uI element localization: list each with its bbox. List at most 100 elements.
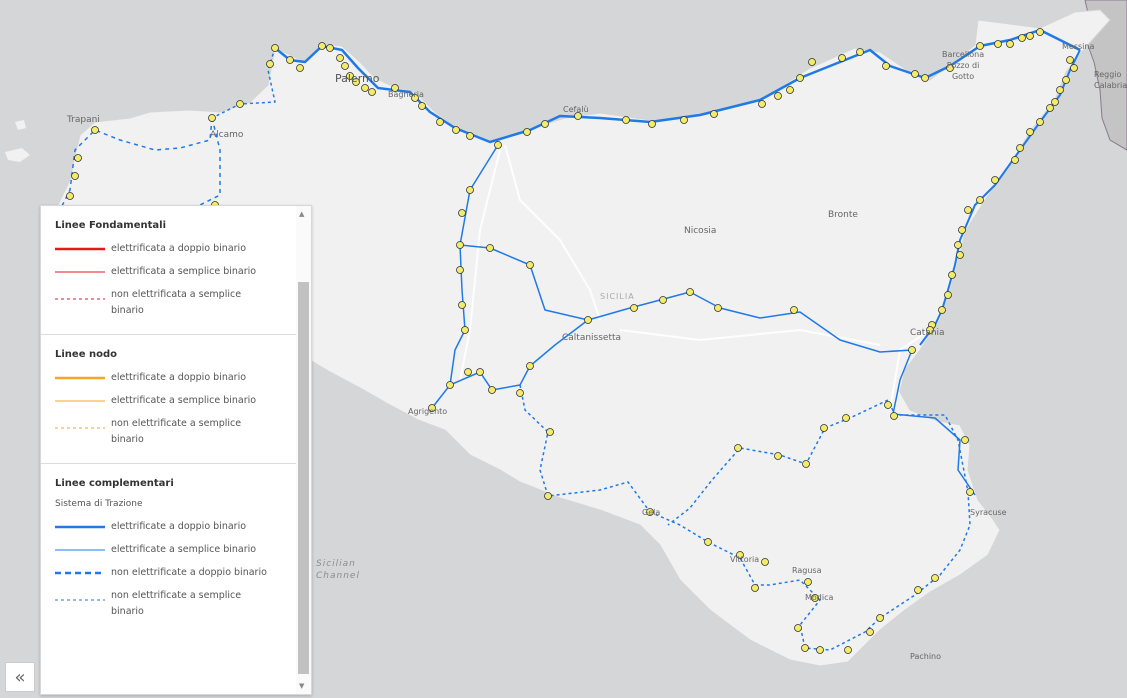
station-marker[interactable] [948,271,956,279]
station-marker[interactable] [208,114,216,122]
station-marker[interactable] [954,241,962,249]
station-marker[interactable] [1062,76,1070,84]
station-marker[interactable] [938,306,946,314]
station-marker[interactable] [1016,144,1024,152]
station-marker[interactable] [526,261,534,269]
station-marker[interactable] [838,54,846,62]
station-marker[interactable] [630,304,638,312]
station-marker[interactable] [1006,40,1014,48]
station-marker[interactable] [961,436,969,444]
station-marker[interactable] [1056,86,1064,94]
station-marker[interactable] [456,241,464,249]
collapse-legend-button[interactable]: « [5,662,35,692]
station-marker[interactable] [458,209,466,217]
station-marker[interactable] [786,86,794,94]
station-marker[interactable] [931,574,939,582]
station-marker[interactable] [1066,56,1074,64]
station-marker[interactable] [336,54,344,62]
station-marker[interactable] [802,460,810,468]
station-marker[interactable] [758,100,766,108]
station-marker[interactable] [944,291,952,299]
station-marker[interactable] [1046,104,1054,112]
station-marker[interactable] [341,62,349,70]
station-marker[interactable] [1070,64,1078,72]
legend-content[interactable]: Linee Fondamentali elettrificata a doppi… [41,206,296,694]
station-marker[interactable] [523,128,531,136]
station-marker[interactable] [648,120,656,128]
station-marker[interactable] [844,646,852,654]
station-marker[interactable] [882,62,890,70]
scroll-down-icon[interactable]: ▼ [299,682,304,690]
station-marker[interactable] [318,42,326,50]
station-marker[interactable] [466,186,474,194]
station-marker[interactable] [494,141,502,149]
station-marker[interactable] [820,424,828,432]
station-marker[interactable] [1051,98,1059,106]
station-marker[interactable] [1018,34,1026,42]
station-marker[interactable] [546,428,554,436]
station-marker[interactable] [921,74,929,82]
station-marker[interactable] [452,126,460,134]
station-marker[interactable] [1011,156,1019,164]
station-marker[interactable] [456,266,464,274]
station-marker[interactable] [1036,28,1044,36]
station-marker[interactable] [516,389,524,397]
station-marker[interactable] [976,196,984,204]
station-marker[interactable] [418,102,426,110]
station-marker[interactable] [710,110,718,118]
station-marker[interactable] [876,614,884,622]
station-marker[interactable] [774,452,782,460]
station-marker[interactable] [1026,32,1034,40]
station-marker[interactable] [526,362,534,370]
station-marker[interactable] [659,296,667,304]
station-marker[interactable] [908,346,916,354]
scrollbar-thumb[interactable] [298,282,309,674]
station-marker[interactable] [714,304,722,312]
station-marker[interactable] [994,40,1002,48]
station-marker[interactable] [622,116,630,124]
station-marker[interactable] [774,92,782,100]
station-marker[interactable] [856,48,864,56]
station-marker[interactable] [74,154,82,162]
station-marker[interactable] [541,120,549,128]
station-marker[interactable] [761,558,769,566]
station-marker[interactable] [458,301,466,309]
station-marker[interactable] [326,44,334,52]
station-marker[interactable] [794,624,802,632]
station-marker[interactable] [966,488,974,496]
station-marker[interactable] [704,538,712,546]
station-marker[interactable] [464,368,472,376]
station-marker[interactable] [914,586,922,594]
station-marker[interactable] [804,578,812,586]
scroll-up-icon[interactable]: ▲ [299,210,304,218]
station-marker[interactable] [790,306,798,314]
station-marker[interactable] [368,88,376,96]
station-marker[interactable] [361,84,369,92]
station-marker[interactable] [866,628,874,636]
station-marker[interactable] [842,414,850,422]
station-marker[interactable] [266,60,274,68]
station-marker[interactable] [446,381,454,389]
station-marker[interactable] [734,444,742,452]
station-marker[interactable] [1036,118,1044,126]
legend-scrollbar[interactable]: ▲ ▼ [296,206,311,694]
station-marker[interactable] [991,176,999,184]
station-marker[interactable] [964,206,972,214]
station-marker[interactable] [296,64,304,72]
station-marker[interactable] [890,412,898,420]
station-marker[interactable] [486,244,494,252]
station-marker[interactable] [236,100,244,108]
station-marker[interactable] [488,386,496,394]
station-marker[interactable] [91,126,99,134]
station-marker[interactable] [286,56,294,64]
station-marker[interactable] [808,58,816,66]
station-marker[interactable] [751,584,759,592]
station-marker[interactable] [1026,128,1034,136]
station-marker[interactable] [461,326,469,334]
station-marker[interactable] [816,646,824,654]
station-marker[interactable] [544,492,552,500]
station-marker[interactable] [476,368,484,376]
station-marker[interactable] [466,132,474,140]
station-marker[interactable] [796,74,804,82]
station-marker[interactable] [584,316,592,324]
